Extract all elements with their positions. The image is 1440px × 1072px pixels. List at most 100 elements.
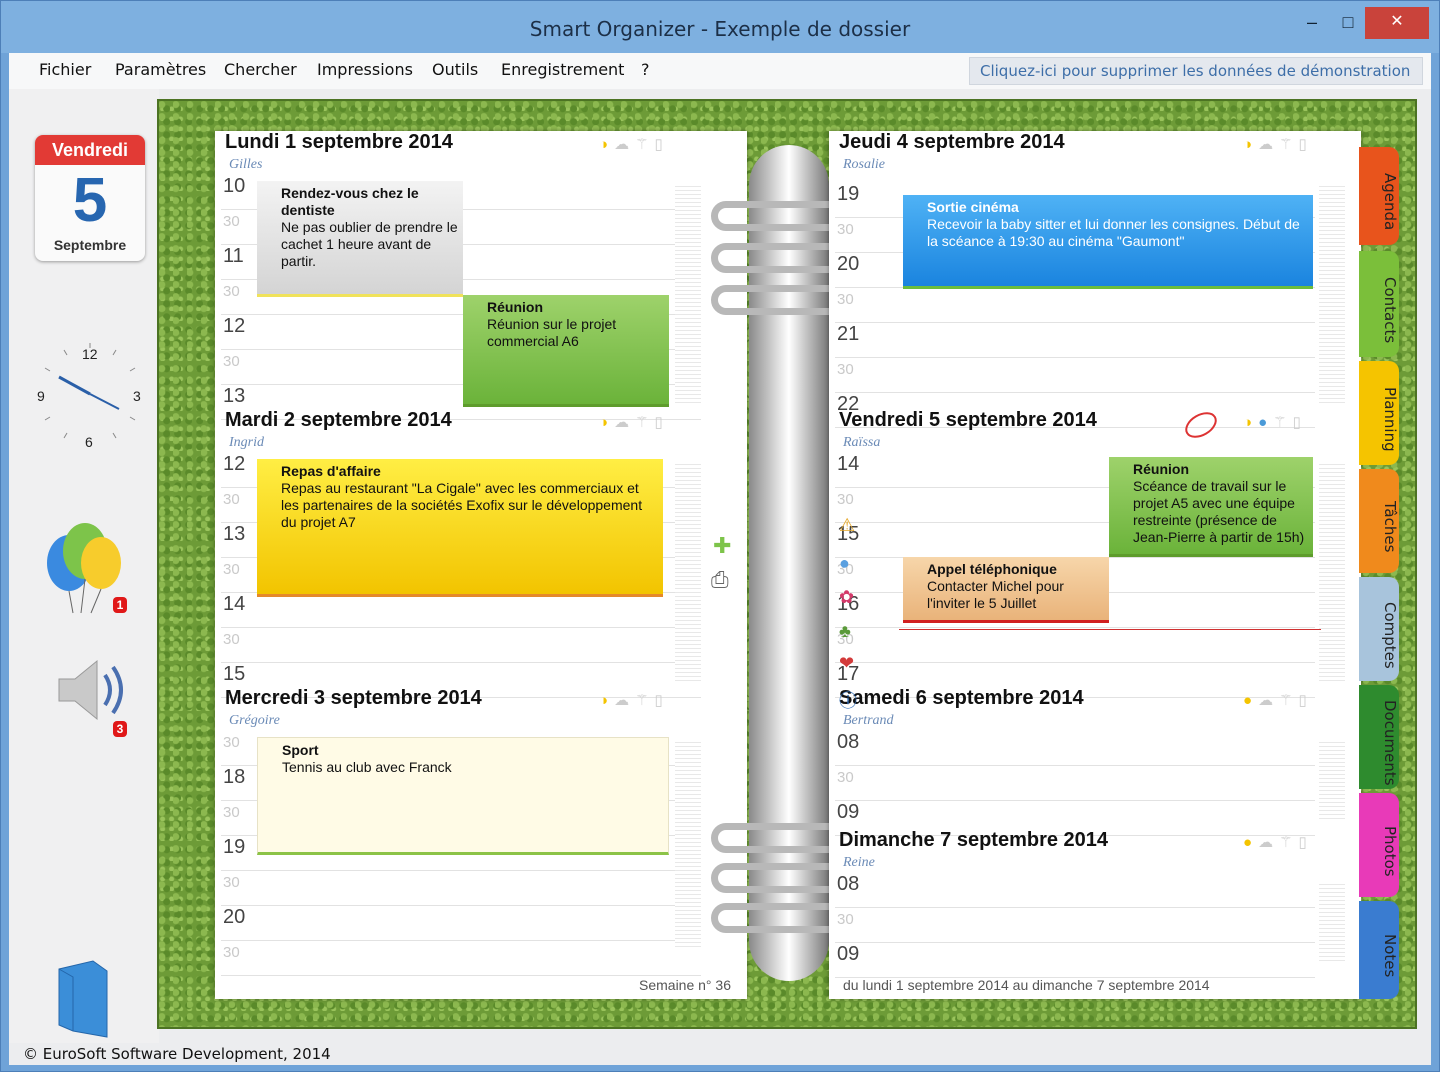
clock-6: 6 <box>85 434 93 449</box>
day-scrollbar[interactable] <box>1319 461 1345 681</box>
day-title: Lundi 1 septembre 2014 <box>225 131 453 153</box>
hour-label: 30 <box>223 631 240 648</box>
moon-phase-icon: ● <box>1243 692 1259 709</box>
tab-contacts[interactable]: Contacts <box>1359 251 1399 357</box>
moon-phase-icon: ◑ <box>1243 136 1259 153</box>
menu-help[interactable]: ? <box>641 60 650 79</box>
menu-chercher[interactable]: Chercher <box>224 60 297 79</box>
hour-label: 14 <box>837 453 860 475</box>
notebook-icon[interactable] <box>53 959 113 1039</box>
balloons-count-badge: 1 <box>113 597 127 613</box>
event-body: Ne pas oublier de prendre le cachet 1 he… <box>281 219 458 269</box>
hour-label: 13 <box>223 523 246 545</box>
page-left: Lundi 1 septembre 2014 Gilles ◑☁⚚▯ 10 30… <box>215 131 747 999</box>
event-title: Sport <box>282 742 319 758</box>
day-saturday[interactable]: Samedi 6 septembre 2014 Bertrand ●☁⚚▯ 08… <box>829 687 1361 836</box>
day-scrollbar[interactable] <box>1319 183 1345 403</box>
event-body: Scéance de travail sur le projet A5 avec… <box>1133 478 1305 545</box>
hour-label: 30 <box>837 491 854 508</box>
tab-notes[interactable]: Notes <box>1359 901 1399 999</box>
tab-photos[interactable]: Photos <box>1359 793 1399 897</box>
flower-icon[interactable]: ✿ <box>839 587 854 608</box>
tab-agenda[interactable]: Agenda <box>1359 147 1399 245</box>
hour-label: 15 <box>223 663 246 685</box>
warning-icon[interactable]: ⚠ <box>839 515 855 536</box>
tab-planning[interactable]: Planning <box>1359 361 1399 465</box>
moon-phase-icon: ◑ <box>599 136 615 153</box>
day-tuesday[interactable]: Mardi 2 septembre 2014 Ingrid ◑☁⚚▯ 12 30… <box>215 409 747 698</box>
clock-icon: 12 3 6 9 <box>37 343 141 449</box>
hour-label: 19 <box>837 183 860 205</box>
menu-parametres[interactable]: Paramètres <box>115 60 206 79</box>
speaker-count-badge: 3 <box>113 721 127 737</box>
info-icon[interactable]: ⓘ <box>839 687 857 713</box>
day-saint: Rosalie <box>843 157 885 172</box>
add-icon[interactable]: ✚ <box>713 533 731 559</box>
moon-phase-icon: ◑ <box>1243 414 1259 431</box>
day-title: Dimanche 7 septembre 2014 <box>839 829 1109 851</box>
event-appel-telephonique[interactable]: Appel téléphonique Contacter Michel pour… <box>903 557 1109 623</box>
tab-comptes[interactable]: Comptes <box>1359 577 1399 681</box>
day-icons: ◑☁⚚▯ <box>599 692 669 709</box>
event-sortie-cinema[interactable]: Sortie cinéma Recevoir la baby sitter et… <box>903 195 1313 289</box>
today-circle-icon <box>1185 412 1217 438</box>
day-scrollbar[interactable] <box>675 461 701 681</box>
today-weekday: Vendredi <box>35 135 145 165</box>
close-button[interactable]: ✕ <box>1365 7 1429 39</box>
event-dentist[interactable]: Rendez-vous chez le dentiste Ne pas oubl… <box>257 181 463 297</box>
menu-outils[interactable]: Outils <box>432 60 478 79</box>
day-thursday[interactable]: Jeudi 4 septembre 2014 Rosalie ◑☁⚚▯ 19 3… <box>829 131 1361 428</box>
day-scrollbar[interactable] <box>1319 739 1345 819</box>
current-time-line <box>899 629 1321 630</box>
event-repas-affaire[interactable]: Repas d'affaire Repas au restaurant "La … <box>257 459 663 597</box>
hour-label: 18 <box>223 766 246 788</box>
day-saint: Reine <box>843 855 875 870</box>
hour-label: 30 <box>223 804 240 821</box>
maximize-button[interactable]: □ <box>1331 7 1365 39</box>
day-friday[interactable]: Vendredi 5 septembre 2014 Raïssa ◑●⚚▯ 14… <box>829 409 1361 698</box>
event-title: Rendez-vous chez le dentiste <box>281 185 419 218</box>
day-title: Samedi 6 septembre 2014 <box>839 687 1084 709</box>
tab-taches[interactable]: Tâches <box>1359 469 1399 573</box>
event-title: Sortie cinéma <box>927 199 1019 215</box>
hour-label: 14 <box>223 593 246 615</box>
hour-label: 30 <box>223 491 240 508</box>
minimize-button[interactable]: – <box>1297 7 1327 39</box>
balloon-icon: ● <box>1258 414 1274 431</box>
app-window: Smart Organizer - Exemple de dossier – □… <box>0 0 1440 1072</box>
event-sport[interactable]: Sport Tennis au club avec Franck <box>257 737 669 855</box>
menu-fichier[interactable]: Fichier <box>39 60 91 79</box>
event-reunion-a5[interactable]: Réunion Scéance de travail sur le projet… <box>1109 457 1313 557</box>
menu-impressions[interactable]: Impressions <box>317 60 413 79</box>
hour-label: 09 <box>837 943 860 965</box>
hour-label: 30 <box>223 874 240 891</box>
hour-label: 30 <box>223 213 240 230</box>
client-area: Fichier Paramètres Chercher Impressions … <box>9 53 1431 1065</box>
hearts-icon[interactable]: ❤ <box>839 653 854 674</box>
hour-label: 30 <box>837 361 854 378</box>
clock-12: 12 <box>82 346 98 362</box>
menu-enregistrement[interactable]: Enregistrement <box>501 60 624 79</box>
window-title: Smart Organizer - Exemple de dossier <box>529 17 911 41</box>
palm-icon[interactable]: ♣ <box>839 621 851 642</box>
today-date-card[interactable]: Vendredi 5 Septembre <box>35 135 145 261</box>
print-icon[interactable]: ⎙ <box>711 567 729 593</box>
day-saint: Gilles <box>229 157 263 172</box>
day-sunday[interactable]: Dimanche 7 septembre 2014 Reine ●☁⚚▯ 08 … <box>829 829 1361 979</box>
hour-label: 30 <box>223 561 240 578</box>
hour-label: 10 <box>223 175 246 197</box>
day-scrollbar[interactable] <box>1319 881 1345 961</box>
tab-documents[interactable]: Documents <box>1359 685 1399 789</box>
day-scrollbar[interactable] <box>675 739 701 949</box>
day-scrollbar[interactable] <box>675 183 701 403</box>
event-title: Appel téléphonique <box>927 561 1057 577</box>
day-icons: ●☁⚚▯ <box>1243 834 1313 851</box>
day-monday[interactable]: Lundi 1 septembre 2014 Gilles ◑☁⚚▯ 10 30… <box>215 131 747 420</box>
delete-demo-data-link[interactable]: Cliquez-ici pour supprimer les données d… <box>969 57 1423 85</box>
event-body: Recevoir la baby sitter et lui donner le… <box>927 216 1300 249</box>
day-wednesday[interactable]: Mercredi 3 septembre 2014 Grégoire ◑☁⚚▯ … <box>215 687 747 977</box>
balloons-small-icon[interactable]: ● <box>839 553 850 574</box>
hour-label: 30 <box>837 291 854 308</box>
event-reunion-a6[interactable]: Réunion Réunion sur le projet commercial… <box>463 295 669 407</box>
speaker-icon[interactable] <box>53 655 133 725</box>
